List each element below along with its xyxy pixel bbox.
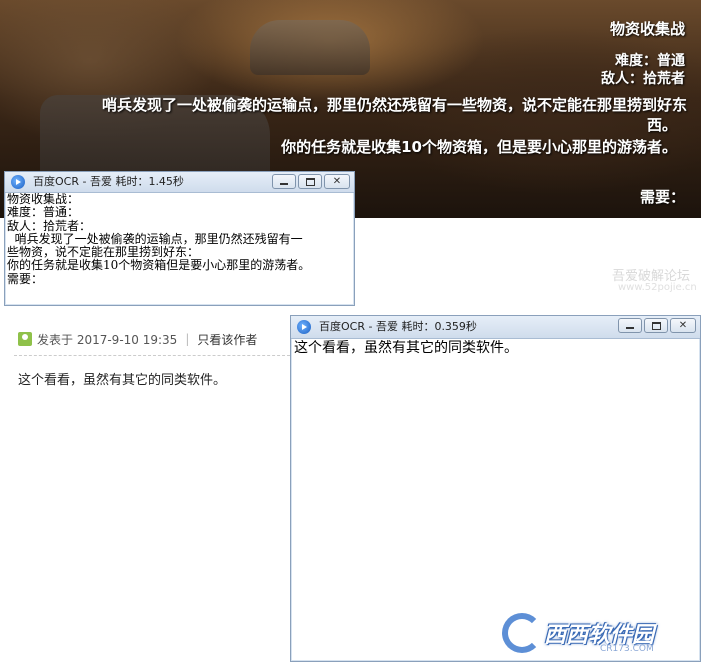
window-controls — [618, 318, 696, 333]
post-date: 发表于 2017-9-10 19:35 — [37, 332, 178, 347]
post-body: 这个看看，虽然有其它的同类软件。 — [18, 373, 227, 388]
maximize-button[interactable] — [644, 318, 668, 333]
mission-description-line-2: 西。 — [646, 116, 677, 134]
mission-title: 物资收集战 — [609, 20, 685, 38]
mission-description-line-3: 你的任务就是收集10个物资箱，但是要小心那里的游荡者。 — [281, 138, 677, 156]
logo-c-icon — [502, 613, 542, 653]
only-author-link[interactable]: 只看该作者 — [197, 331, 257, 348]
post-meta: 发表于 2017-9-10 19:35 | 只看该作者 — [18, 330, 257, 348]
window-titlebar[interactable]: 百度OCR - 吾爱 耗时：1.45秒 — [5, 172, 354, 193]
tank-turret-silhouette — [250, 20, 370, 75]
logo-url: CR173.COM — [600, 644, 654, 654]
window-controls — [272, 174, 350, 189]
app-play-icon — [297, 320, 311, 334]
minimize-button[interactable] — [272, 174, 296, 189]
maximize-button[interactable] — [298, 174, 322, 189]
watermark-url: www.52pojie.cn — [618, 282, 697, 293]
ocr-result-text[interactable]: 物资收集战： 难度：普通： 敌人：拾荒者： 哨兵发现了一处被偷袭的运输点，那里仍… — [7, 193, 352, 303]
site-logo: 西西软件园 CR173.COM — [502, 610, 682, 656]
mission-enemy: 敌人：拾荒者 — [601, 71, 685, 87]
user-avatar-icon — [18, 332, 32, 346]
window-title: 百度OCR - 吾爱 耗时：1.45秒 — [33, 175, 184, 188]
mission-description-line-1: 哨兵发现了一处被偷袭的运输点，那里仍然还残留有一些物资，说不定能在那里捞到好东 — [101, 96, 687, 114]
window-title: 百度OCR - 吾爱 耗时：0.359秒 — [319, 320, 477, 333]
minimize-button[interactable] — [618, 318, 642, 333]
close-button[interactable] — [670, 318, 696, 333]
ocr-result-window-1[interactable]: 百度OCR - 吾爱 耗时：1.45秒 物资收集战： 难度：普通： 敌人：拾荒者… — [4, 171, 355, 306]
app-play-icon — [11, 175, 25, 189]
mission-requirements-label: 需要： — [639, 188, 685, 206]
post-divider — [14, 355, 290, 356]
mission-difficulty: 难度：普通 — [615, 53, 685, 69]
window-titlebar[interactable]: 百度OCR - 吾爱 耗时：0.359秒 — [291, 316, 700, 339]
meta-separator: | — [185, 332, 190, 346]
close-button[interactable] — [324, 174, 350, 189]
